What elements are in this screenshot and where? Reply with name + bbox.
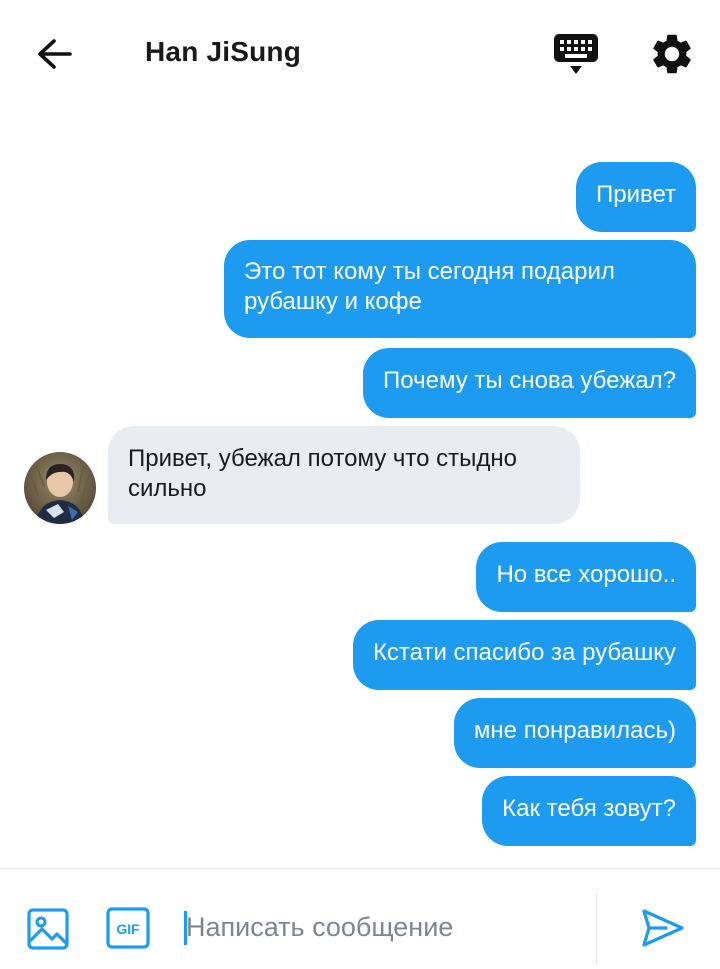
incoming-message[interactable]: Привет, убежал потому что стыдно сильно — [108, 426, 580, 524]
composer-divider — [596, 893, 597, 965]
outgoing-message[interactable]: Привет — [575, 162, 696, 232]
send-icon — [642, 909, 684, 947]
outgoing-message[interactable]: Но все хорошо.. — [476, 542, 696, 612]
gif-icon: GIF — [106, 907, 150, 949]
contact-avatar[interactable] — [24, 452, 96, 524]
gear-icon — [653, 34, 691, 74]
avatar-photo — [24, 452, 96, 524]
svg-text:GIF: GIF — [116, 921, 140, 937]
contact-name[interactable]: Han JiSung — [145, 36, 301, 68]
outgoing-message[interactable]: Кстати спасибо за рубашку — [352, 620, 696, 690]
keyboard-icon — [554, 34, 598, 74]
image-icon — [27, 908, 69, 950]
send-button[interactable] — [640, 906, 686, 950]
message-input[interactable] — [186, 907, 586, 947]
outgoing-message[interactable]: мне понравилась) — [453, 698, 696, 768]
add-image-button[interactable] — [26, 907, 70, 951]
arrow-left-icon — [38, 39, 72, 69]
outgoing-message[interactable]: Как тебя зовут? — [482, 776, 696, 846]
outgoing-message[interactable]: Почему ты снова убежал? — [363, 348, 696, 418]
settings-button[interactable] — [648, 30, 696, 78]
add-gif-button[interactable]: GIF — [106, 907, 150, 949]
message-composer: GIF — [0, 868, 720, 969]
keyboard-button[interactable] — [552, 32, 600, 78]
chat-header: Han JiSung — [0, 0, 720, 110]
back-button[interactable] — [32, 34, 76, 74]
outgoing-message[interactable]: Это тот кому ты сегодня подарил рубашку … — [224, 240, 696, 338]
